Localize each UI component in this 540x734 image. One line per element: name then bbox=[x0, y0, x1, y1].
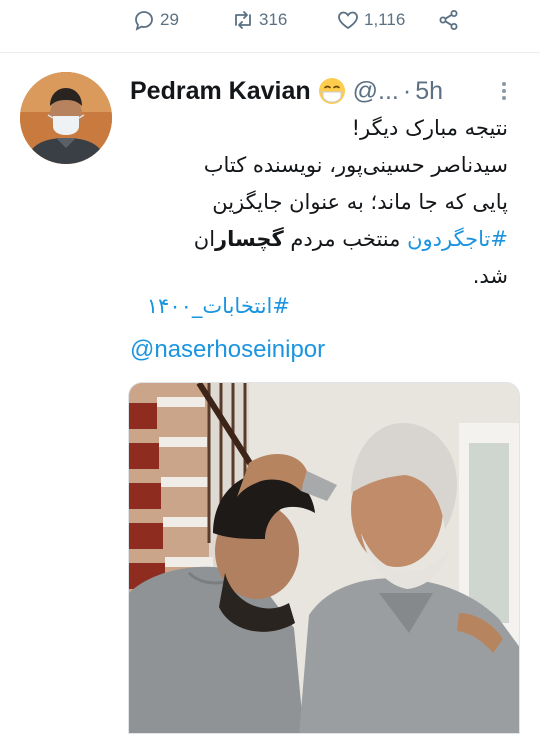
share-button[interactable] bbox=[437, 6, 465, 34]
reply-icon bbox=[135, 11, 153, 31]
more-vertical-icon[interactable] bbox=[496, 76, 512, 106]
tweet-text-line: سیدناصر حسینی‌پور، نویسنده کتاب bbox=[203, 153, 508, 177]
reply-count: 29 bbox=[160, 10, 179, 29]
header-separator: · bbox=[402, 76, 412, 105]
avatar-image bbox=[20, 72, 112, 164]
like-button[interactable]: 1,116 bbox=[336, 6, 405, 34]
tweet-text-fragment: منتخب مردم bbox=[290, 227, 401, 251]
bold-word: گچسار bbox=[215, 227, 284, 251]
photo-image bbox=[129, 383, 519, 733]
tweet-text-fragment: ان bbox=[193, 227, 216, 251]
hashtag-elections[interactable]: #انتخابات_۱۴۰۰ bbox=[130, 294, 290, 318]
tweet-time[interactable]: 5h bbox=[415, 77, 443, 106]
author-handle[interactable]: @... bbox=[353, 77, 399, 106]
reply-button[interactable]: 29 bbox=[132, 6, 179, 34]
retweet-button[interactable]: 316 bbox=[231, 6, 287, 34]
mask-face-emoji-icon bbox=[318, 78, 345, 104]
tweet-text-line: نتیجه مبارک دیگر! bbox=[351, 116, 508, 140]
share-icon bbox=[439, 10, 458, 30]
author-name[interactable]: Pedram Kavian bbox=[130, 77, 311, 106]
retweet-count: 316 bbox=[259, 10, 288, 29]
hashtag-tajgardun[interactable]: #تاجگردون bbox=[407, 227, 508, 251]
tweet-text: نتیجه مبارک دیگر! سیدناصر حسینی‌پور، نوی… bbox=[130, 110, 508, 295]
tweet-text-line: شد. bbox=[472, 264, 508, 288]
tweet-header: Pedram Kavian @... · 5h bbox=[130, 74, 520, 108]
tweet-divider bbox=[0, 52, 540, 53]
tweet-text-line: #تاجگردون منتخب مردم گچساران bbox=[130, 221, 508, 258]
tweet-photo[interactable] bbox=[128, 382, 520, 734]
like-count: 1,116 bbox=[364, 10, 406, 29]
retweet-icon bbox=[235, 11, 251, 29]
mention-link[interactable]: @naserhoseinipor bbox=[130, 336, 325, 364]
heart-icon bbox=[338, 11, 358, 30]
avatar[interactable] bbox=[20, 72, 112, 164]
tweet-text-line: پایی که جا ماند؛ به عنوان جایگزین bbox=[212, 190, 508, 214]
previous-tweet-actions: 29 316 1,116 bbox=[0, 0, 540, 50]
